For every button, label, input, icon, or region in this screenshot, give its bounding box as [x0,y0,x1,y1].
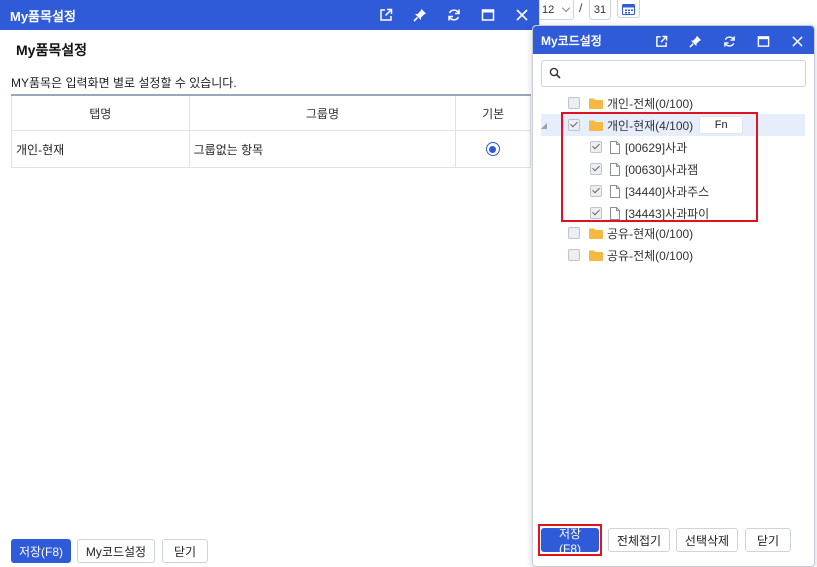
tree-expander[interactable] [541,114,554,136]
popup-title: My코드설정 [541,33,602,48]
tree-node-label: [00630]사과잼 [625,162,699,177]
popup-close-text-button[interactable]: 닫기 [745,528,791,552]
month-select[interactable]: 12 [538,0,574,20]
pin-button[interactable] [403,0,437,30]
refresh-icon [448,9,460,21]
folder-icon [589,250,603,261]
delete-selected-button[interactable]: 선택삭제 [676,528,738,552]
collapse-all-button[interactable]: 전체접기 [608,528,670,552]
tree-node-label: 개인-현재(4/100) [607,118,694,133]
popup-refresh-button[interactable] [712,27,746,55]
tree-node-label: 공유-전체(0/100) [607,248,694,263]
tree-checkbox[interactable] [590,163,602,175]
tree-node-item[interactable]: [34440]사과주스 [590,180,709,202]
tree-checkbox[interactable] [568,227,580,239]
month-value: 12 [542,3,555,16]
refresh-button[interactable] [437,0,471,30]
close-icon [791,35,803,47]
tree-node-personal-current[interactable]: 개인-현재(4/100) Fn [541,114,805,136]
window-controls [369,0,539,30]
day-field[interactable]: 31 [589,0,611,20]
tree-node-label: 개인-전체(0/100) [607,96,694,111]
folder-icon [589,98,603,109]
popup-save-button[interactable]: 저장(F8) [541,527,599,556]
tree-node-shared-all[interactable]: 공유-전체(0/100) [568,244,693,266]
tree-node-label: [34443]사과파이 [625,206,710,221]
pin-icon [688,35,701,48]
tree-node-item[interactable]: [00630]사과잼 [590,158,698,180]
background-toolbar [533,0,817,26]
default-radio[interactable] [485,142,500,157]
maximize-icon [481,9,495,21]
popup-close-button[interactable] [780,27,814,55]
tree-node-label: [34440]사과주스 [625,184,710,199]
window-title: My품목설정 [10,8,76,24]
cell-default [455,130,531,168]
popup-maximize-button[interactable] [746,27,780,55]
folder-icon [589,228,603,239]
my-code-settings-window: My코드설정 개인-전체(0/100) 개인-현재(4/100) Fn [006… [532,25,815,567]
column-header-group[interactable]: 그룹명 [188,94,457,131]
file-icon [610,162,620,176]
panel-title: My품목설정 [16,42,87,58]
maximize-button[interactable] [471,0,505,30]
window-titlebar: My품목설정 [0,0,539,30]
tree-checkbox[interactable] [590,185,602,197]
cell-group[interactable]: 그룹없는 항목 [188,130,457,168]
popout-button[interactable] [369,0,403,30]
code-search-box [541,60,806,87]
cell-tab[interactable]: 개인-현재 [11,130,190,168]
file-icon [610,140,620,154]
tree-checkbox[interactable] [590,207,602,219]
file-icon [610,184,620,198]
close-button[interactable]: 닫기 [162,539,208,563]
popup-popout-button[interactable] [644,27,678,55]
tree-node-label: 공유-현재(0/100) [607,226,694,241]
expand-triangle-icon [541,123,547,129]
fn-button[interactable]: Fn [699,116,744,134]
column-header-default[interactable]: 기본 [455,94,531,131]
popup-titlebar: My코드설정 [533,26,814,54]
item-group-table: 탭명 그룹명 기본 개인-현재 그룹없는 항목 [11,94,531,168]
my-code-settings-button[interactable]: My코드설정 [77,539,155,563]
external-link-icon [380,8,393,21]
my-item-settings-window: My품목설정 My품목설정 MY품목은 입력화면 별로 설정할 수 있습니다. … [0,0,540,567]
calendar-icon [622,3,635,15]
chevron-down-icon [561,3,571,13]
table-header-row: 탭명 그룹명 기본 [11,94,531,131]
save-button[interactable]: 저장(F8) [11,539,71,563]
search-input[interactable] [566,64,800,84]
close-icon [516,9,528,21]
tree-node-shared-current[interactable]: 공유-현재(0/100) [568,222,693,244]
maximize-icon [757,35,769,47]
table-row[interactable]: 개인-현재 그룹없는 항목 [11,130,531,168]
pin-icon [413,9,426,22]
tree-node-item[interactable]: [00629]사과 [590,136,687,158]
external-link-icon [655,35,667,47]
date-separator: / [579,1,583,15]
popup-pin-button[interactable] [678,27,712,55]
tree-node-item[interactable]: [34443]사과파이 [590,202,709,224]
search-icon [549,67,561,79]
panel-description: MY품목은 입력화면 별로 설정할 수 있습니다. [11,76,237,90]
popup-controls [644,26,814,56]
file-icon [610,206,620,220]
tree-checkbox[interactable] [568,97,580,109]
calendar-button[interactable] [617,0,640,18]
refresh-icon [723,35,735,47]
tree-checkbox[interactable] [568,249,580,261]
tree-checkbox[interactable] [568,119,580,131]
tree-checkbox[interactable] [590,141,602,153]
tree-node-personal-all[interactable]: 개인-전체(0/100) [568,92,693,114]
tree-node-label: [00629]사과 [625,140,688,155]
folder-icon [589,120,603,131]
column-header-tab[interactable]: 탭명 [11,94,190,131]
